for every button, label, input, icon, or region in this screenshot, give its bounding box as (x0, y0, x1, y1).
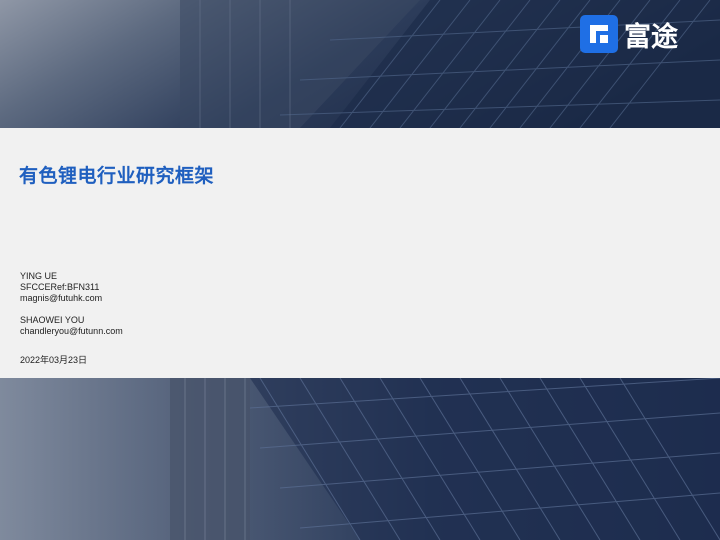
footer-background-image (0, 378, 720, 540)
author1-email: magnis@futuhk.com (20, 293, 103, 303)
author-block: YING UE SFCCERef:BFN311 magnis@futuhk.co… (20, 271, 123, 337)
logo-brand-text: 富途 (624, 21, 679, 53)
futu-logo: 富途 (580, 13, 705, 55)
report-title: 有色锂电行业研究框架 (19, 165, 215, 187)
author1-name: YING UE (20, 271, 58, 281)
author1-ref: SFCCERef:BFN311 (20, 282, 100, 292)
title-band: 有色锂电行业研究框架 YING UE SFCCERef:BFN311 magni… (0, 128, 720, 378)
author2-name: SHAOWEI YOU (20, 315, 85, 325)
report-date: 2022年03月23日 (20, 355, 88, 365)
author2-email: chandleryou@futunn.com (20, 326, 123, 336)
